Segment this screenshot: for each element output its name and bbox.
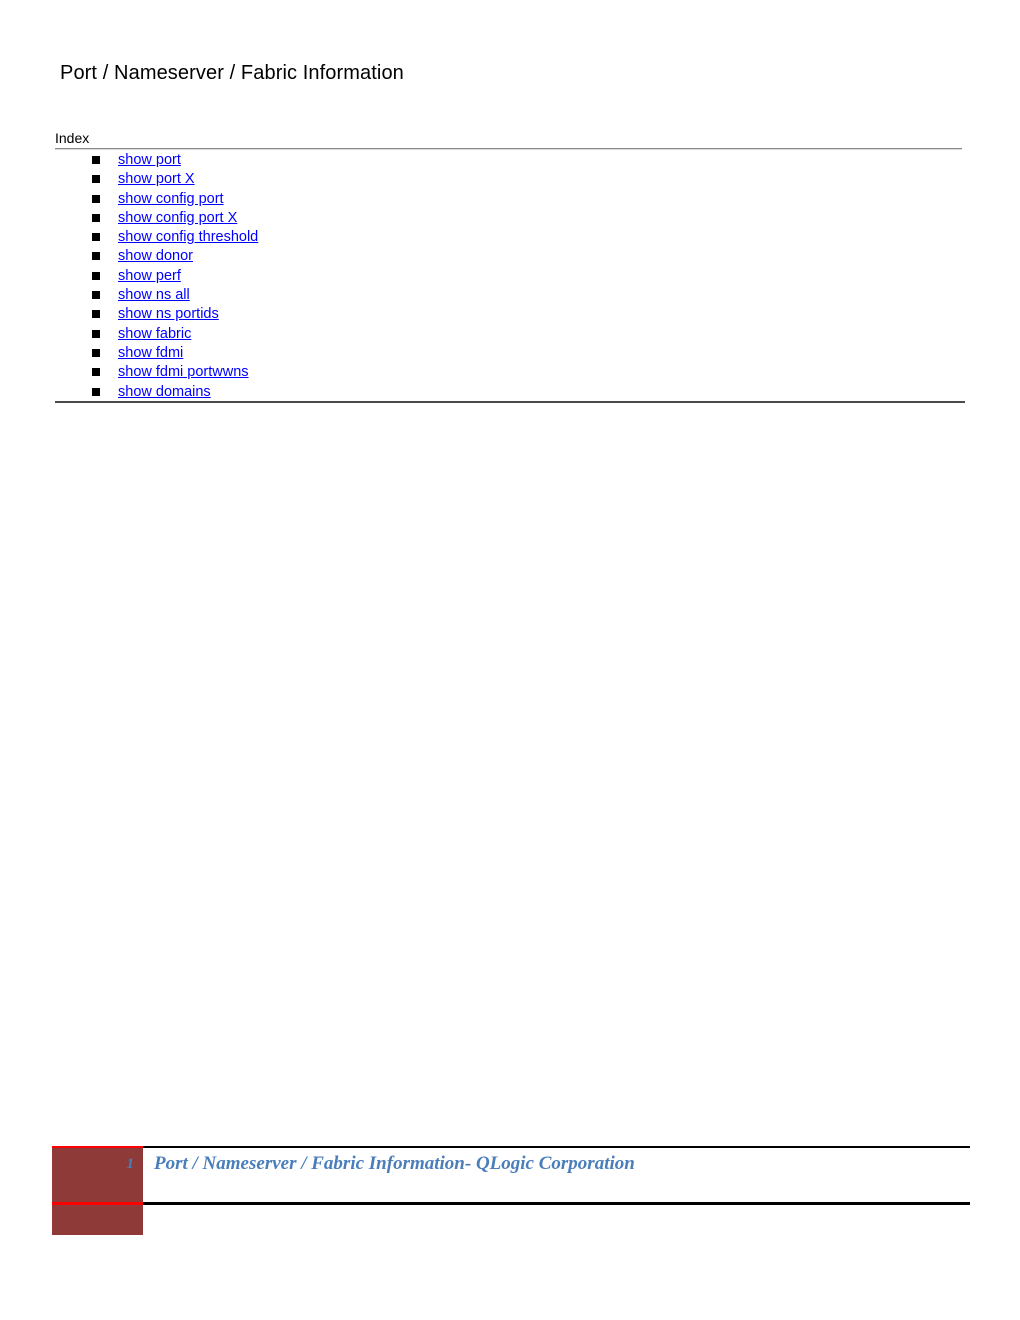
list-item[interactable]: show fdmi portwwns: [55, 362, 965, 381]
square-bullet-icon: [92, 291, 100, 300]
square-bullet-icon: [92, 156, 100, 164]
index-section: Index show port show port X show config …: [55, 130, 965, 403]
list-item[interactable]: show config port X: [55, 208, 965, 227]
list-item[interactable]: show donor: [55, 246, 965, 265]
index-link-show-config-port-x[interactable]: show config port X: [118, 210, 237, 226]
index-link-list: show port show port X show config port s…: [55, 150, 965, 401]
index-link-show-port[interactable]: show port: [118, 152, 181, 168]
list-item[interactable]: show port X: [55, 169, 965, 188]
square-bullet-icon: [92, 271, 100, 280]
list-item[interactable]: show perf: [55, 266, 965, 285]
index-link-show-fabric[interactable]: show fabric: [118, 326, 191, 342]
footer-rule-upper: [143, 1146, 970, 1148]
index-link-show-fdmi-portwwns[interactable]: show fdmi portwwns: [118, 364, 249, 380]
index-link-show-config-threshold[interactable]: show config threshold: [118, 229, 258, 245]
list-item[interactable]: show config threshold: [55, 227, 965, 246]
square-bullet-icon: [92, 213, 100, 222]
list-item[interactable]: show ns portids: [55, 304, 965, 323]
square-bullet-icon: [92, 252, 100, 261]
index-bottom-divider: [55, 400, 965, 403]
index-link-show-domains[interactable]: show domains: [118, 384, 211, 400]
footer-color-block-lower: [52, 1205, 143, 1235]
footer-caption: Port / Nameserver / Fabric Information- …: [154, 1153, 635, 1174]
index-link-show-ns-all[interactable]: show ns all: [118, 287, 190, 303]
list-item[interactable]: show ns all: [55, 285, 965, 304]
page-title: Port / Nameserver / Fabric Information: [60, 62, 404, 84]
square-bullet-icon: [92, 194, 100, 203]
page-footer: 1 Port / Nameserver / Fabric Information…: [0, 1144, 1020, 1240]
square-bullet-icon: [92, 329, 100, 338]
footer-rule-lower: [143, 1202, 970, 1205]
list-item[interactable]: show fabric: [55, 324, 965, 343]
list-item[interactable]: show fdmi: [55, 343, 965, 362]
list-item[interactable]: show config port: [55, 189, 965, 208]
document-page: Port / Nameserver / Fabric Information I…: [0, 0, 1020, 1320]
square-bullet-icon: [92, 387, 100, 396]
index-link-show-donor[interactable]: show donor: [118, 248, 193, 264]
index-heading: Index: [55, 130, 90, 146]
index-link-show-config-port[interactable]: show config port: [118, 191, 224, 207]
square-bullet-icon: [92, 368, 100, 377]
square-bullet-icon: [92, 310, 100, 319]
index-link-show-perf[interactable]: show perf: [118, 268, 181, 284]
index-link-show-fdmi[interactable]: show fdmi: [118, 345, 183, 361]
page-number: 1: [126, 1156, 135, 1172]
square-bullet-icon: [92, 175, 100, 184]
index-link-show-port-x[interactable]: show port X: [118, 171, 195, 187]
square-bullet-icon: [92, 233, 100, 242]
index-link-show-ns-portids[interactable]: show ns portids: [118, 306, 219, 322]
list-item[interactable]: show port: [55, 150, 965, 169]
list-item[interactable]: show domains: [55, 382, 965, 401]
square-bullet-icon: [92, 348, 100, 357]
